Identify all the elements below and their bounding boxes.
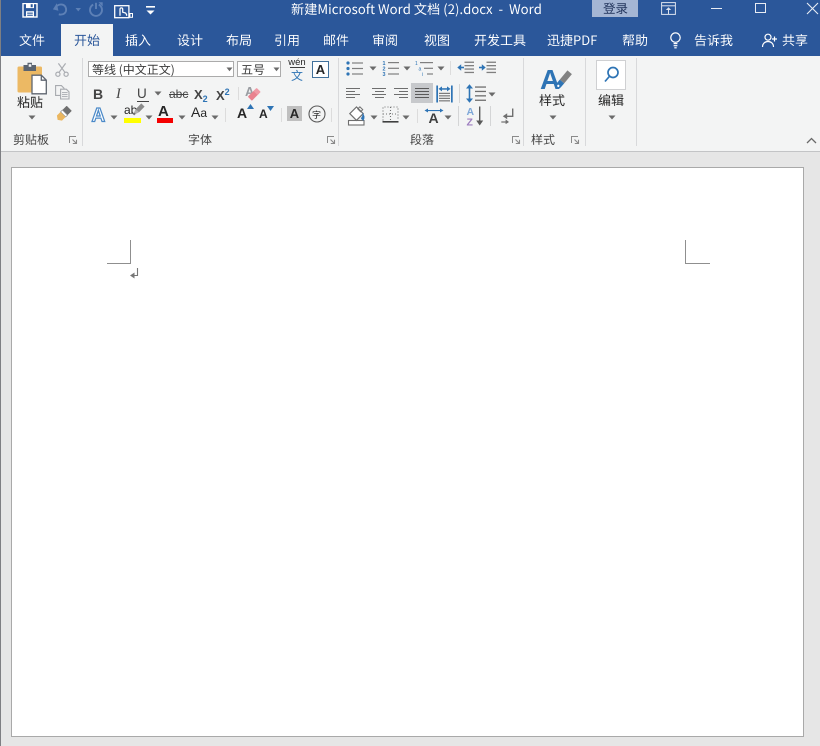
svg-text:i: i: [422, 72, 423, 76]
svg-text:3: 3: [383, 72, 386, 76]
svg-text:Z: Z: [467, 117, 474, 127]
svg-text:A: A: [429, 110, 439, 126]
svg-text:A: A: [540, 64, 560, 94]
svg-text:A: A: [92, 106, 106, 125]
